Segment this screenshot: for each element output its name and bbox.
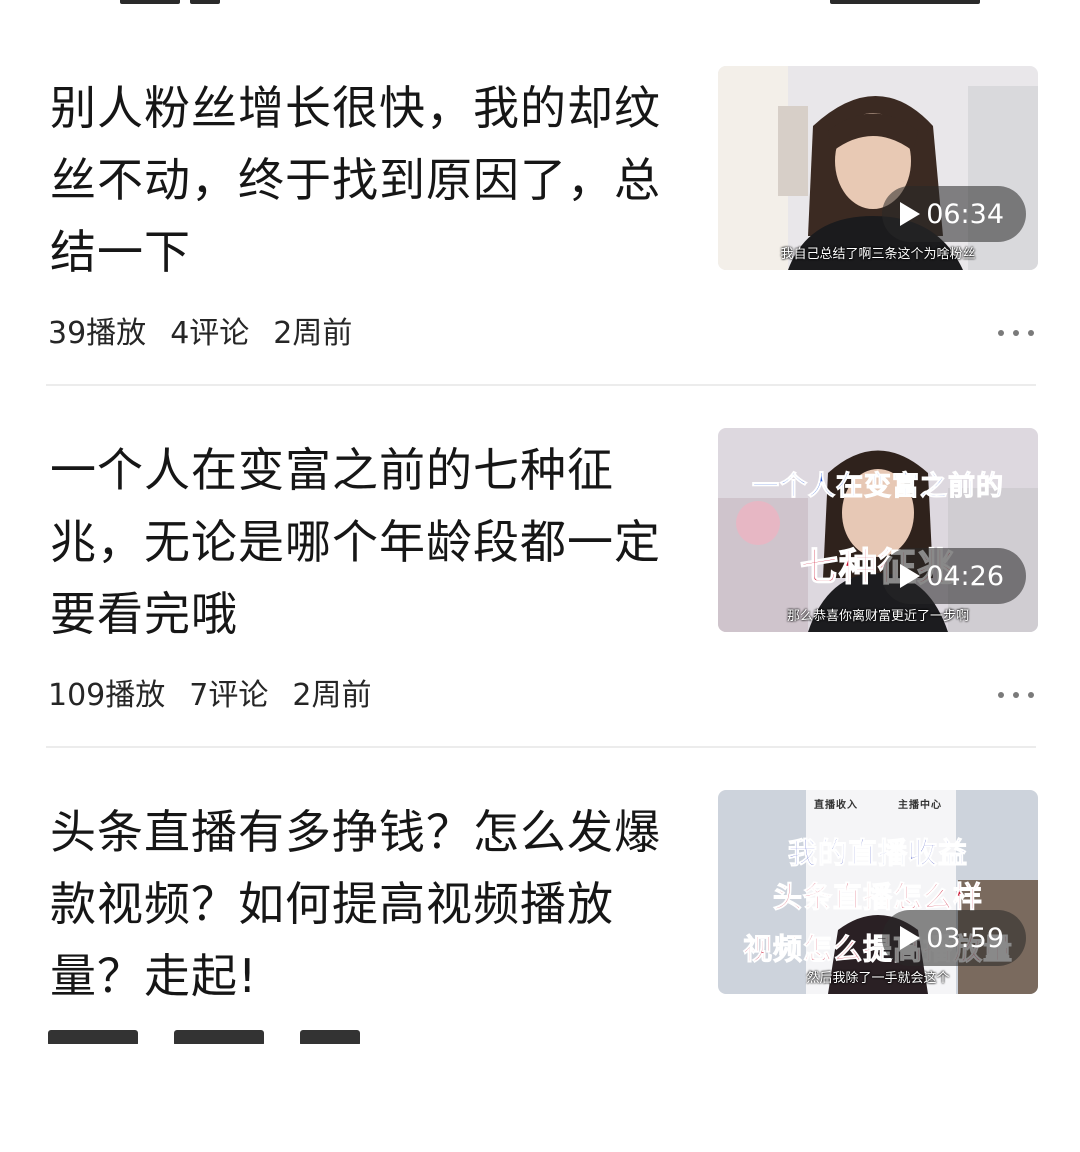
video-meta: 109播放 7评论 2周前 [48,670,371,714]
publish-time: 2周前 [292,678,372,713]
video-thumbnail[interactable]: 直播收入 主播中心 我的直播收益 头条直播怎么样 视频怎么提高播放量 然后我除了… [718,790,1038,994]
duration-text: 06:34 [926,198,1004,230]
divider [46,384,1036,386]
thumbnail-subtitle: 那么恭喜你离财富更近了一步啊 [786,609,969,624]
thumbnail-subtitle: 然后我除了一手就会这个 [806,971,950,986]
comment-count: 7评论 [189,678,269,713]
duration-badge: 04:26 [882,548,1026,604]
thumbnail-header-left: 直播收入 [814,800,858,811]
play-icon [900,926,921,950]
video-card[interactable]: 一个人在变富之前的七种征兆，无论是哪个年龄段都一定要看完哦 一个人在变富之前的 … [46,428,1038,790]
video-title[interactable]: 别人粉丝增长很快，我的却纹丝不动，终于找到原因了，总结一下 [50,72,670,288]
thumbnail-overlay-line: 我的直播收益 [787,836,968,871]
publish-time: 2周前 [273,316,353,351]
play-count: 109播放 [48,678,166,713]
video-thumbnail[interactable]: 我自己总结了啊三条这个为啥粉丝 06:34 [718,66,1038,270]
thumbnail-overlay-line: 一个人在变富之前的 [752,471,1004,503]
video-thumbnail[interactable]: 一个人在变富之前的 七种征兆 那么恭喜你离财富更近了一步啊 04:26 [718,428,1038,632]
play-count: 39播放 [48,316,147,351]
play-icon [900,202,921,226]
play-icon [900,564,921,588]
divider [46,746,1036,748]
thumbnail-header: 直播收入 主播中心 [718,796,1038,811]
video-card[interactable]: 头条直播有多挣钱？怎么发爆款视频？如何提高视频播放量？走起! 直播收入 主播中心… [46,790,1038,1152]
video-card[interactable]: 别人粉丝增长很快，我的却纹丝不动，终于找到原因了，总结一下 我自己总结了啊三条这… [46,66,1038,428]
video-feed: 别人粉丝增长很快，我的却纹丝不动，终于找到原因了，总结一下 我自己总结了啊三条这… [0,0,1080,1044]
duration-text: 04:26 [926,560,1004,592]
duration-badge: 06:34 [882,186,1026,242]
more-dots-icon[interactable] [998,330,1034,336]
video-meta: 39播放 4评论 2周前 [48,308,352,352]
comment-count: 4评论 [170,316,250,351]
clipped-meta-row [48,1030,360,1044]
duration-text: 03:59 [926,922,1004,954]
video-title[interactable]: 一个人在变富之前的七种征兆，无论是哪个年龄段都一定要看完哦 [50,434,670,650]
more-dots-icon[interactable] [998,692,1034,698]
video-title[interactable]: 头条直播有多挣钱？怎么发爆款视频？如何提高视频播放量？走起! [50,796,670,1012]
duration-badge: 03:59 [882,910,1026,966]
thumbnail-header-right: 主播中心 [898,800,942,811]
thumbnail-subtitle: 我自己总结了啊三条这个为啥粉丝 [780,247,976,262]
